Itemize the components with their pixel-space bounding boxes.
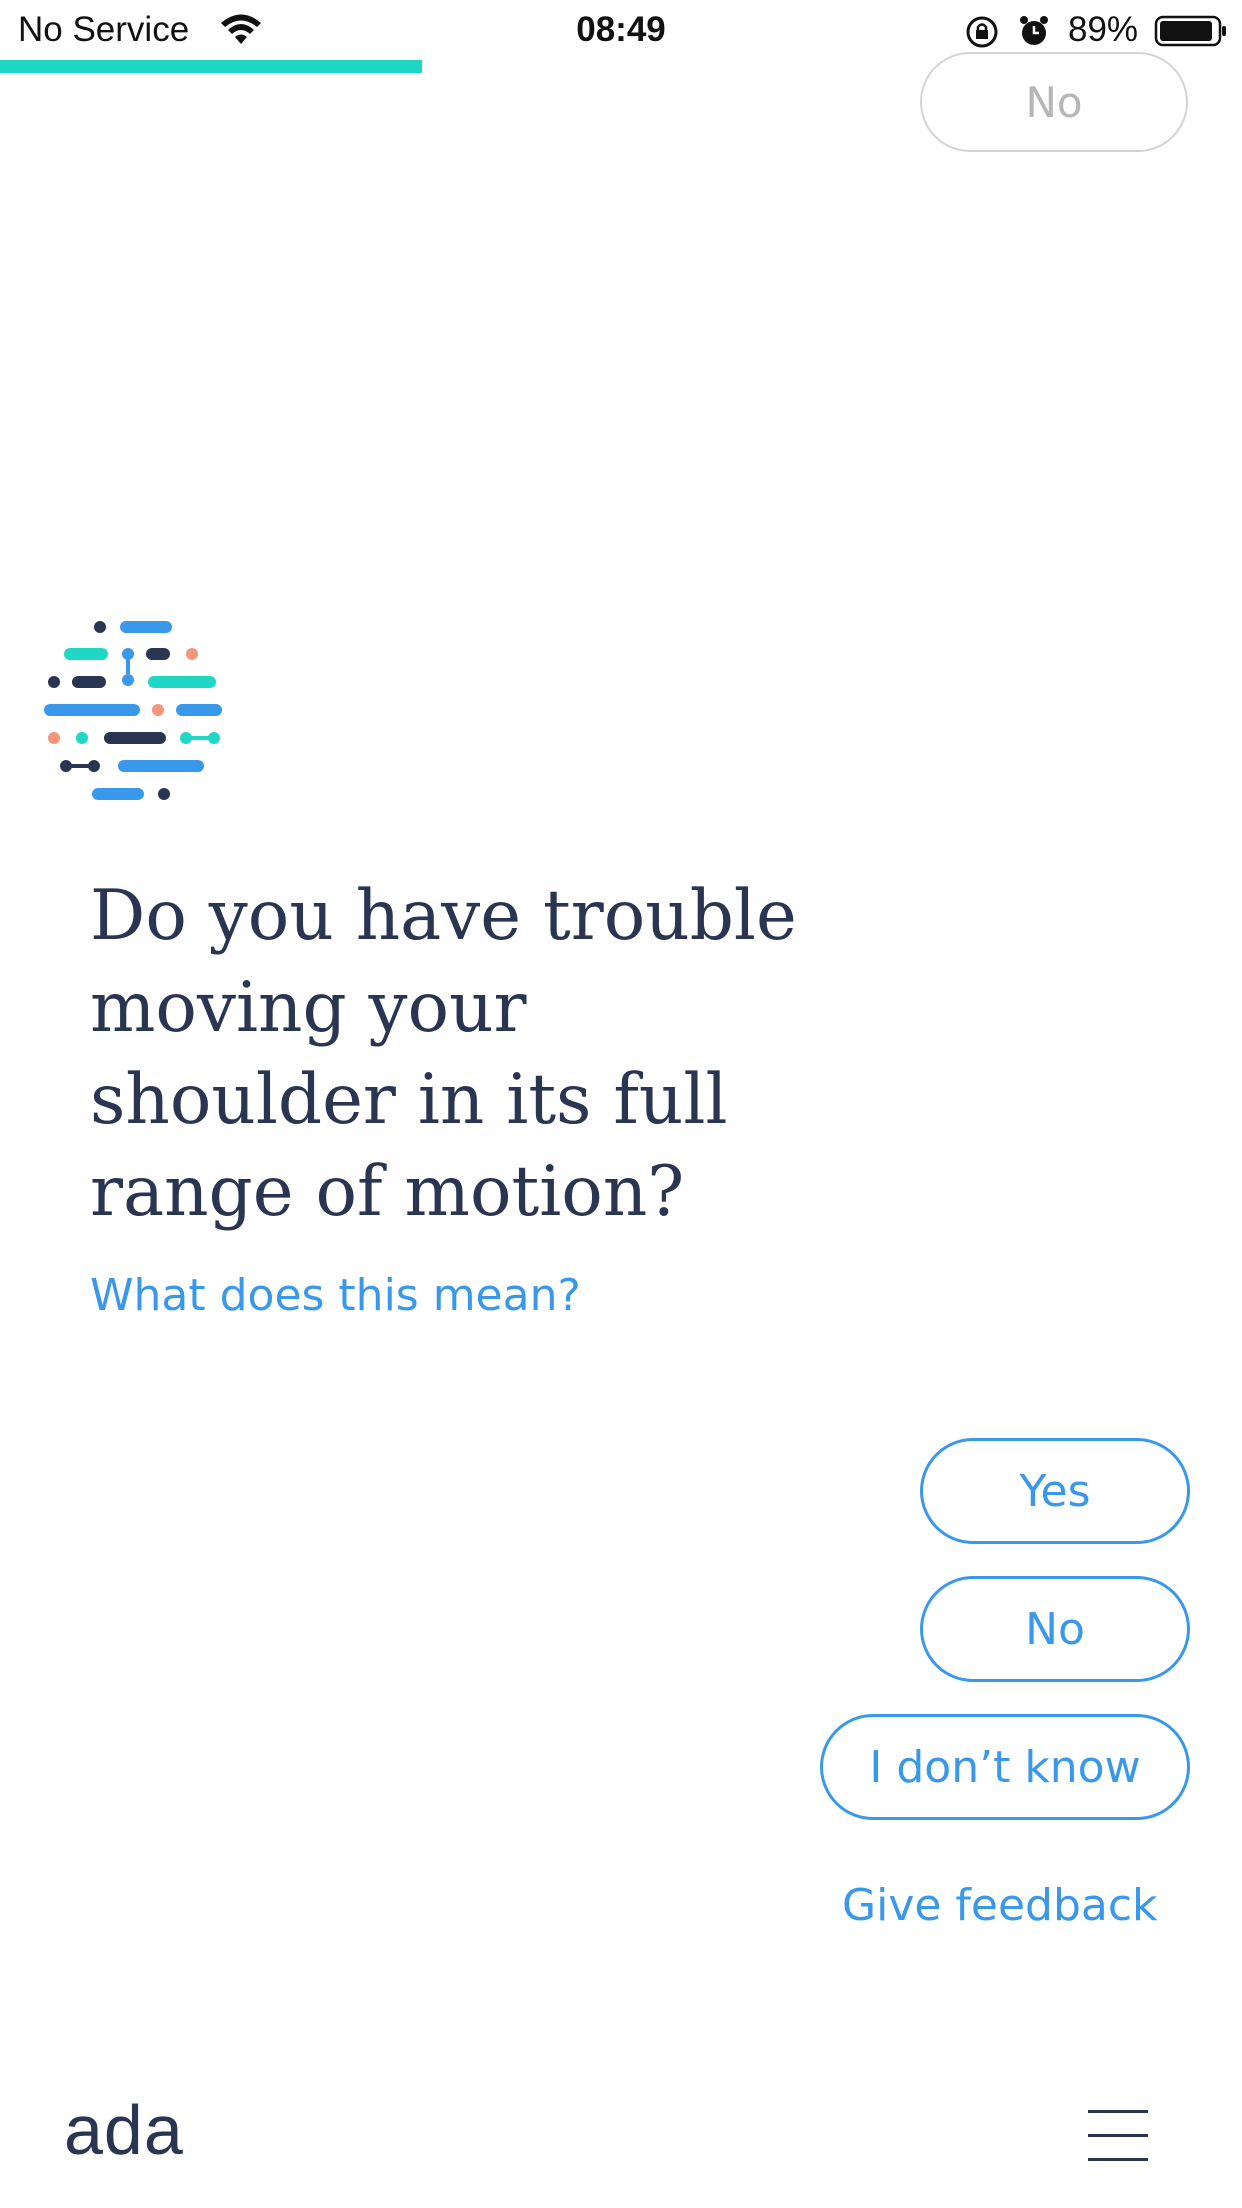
rotation-lock-icon — [964, 14, 1000, 54]
ada-avatar-icon — [42, 620, 232, 814]
answer-no-button[interactable]: No — [920, 1576, 1190, 1682]
answer-dont-know-button[interactable]: I don’t know — [820, 1714, 1190, 1820]
clock: 08:49 — [576, 10, 666, 49]
battery-icon — [1154, 14, 1228, 52]
previous-answer-bubble[interactable]: No — [920, 52, 1188, 152]
give-feedback-link[interactable]: Give feedback — [842, 1880, 1158, 1931]
progress-bar-fill — [0, 60, 423, 73]
question-text: Do you have trouble moving your shoulder… — [90, 876, 797, 1232]
battery-percent: 89% — [1068, 10, 1139, 49]
hamburger-menu-icon[interactable] — [1088, 2110, 1148, 2162]
what-does-this-mean-link[interactable]: What does this mean? — [90, 1270, 581, 1321]
ada-logo: ada — [64, 2091, 184, 2169]
answer-yes-button[interactable]: Yes — [920, 1438, 1190, 1544]
alarm-icon — [1016, 13, 1052, 53]
